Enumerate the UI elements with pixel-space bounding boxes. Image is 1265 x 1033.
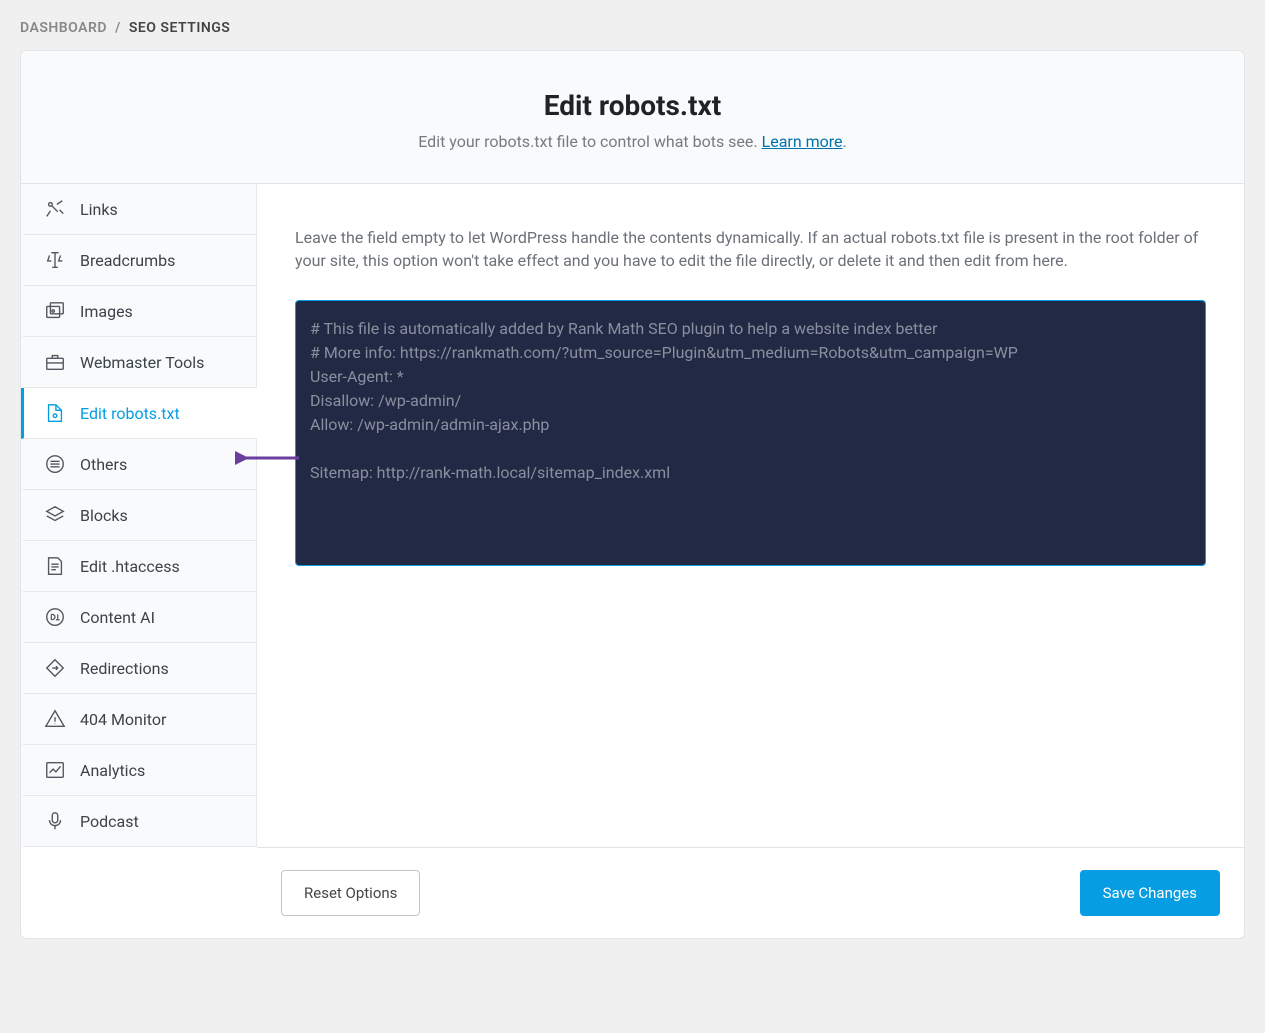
breadcrumbs-icon	[44, 249, 66, 271]
breadcrumb-root[interactable]: Dashboard	[20, 20, 107, 36]
save-changes-button[interactable]: Save Changes	[1080, 870, 1220, 916]
sidebar-item-404-monitor[interactable]: 404 Monitor	[21, 694, 257, 745]
panel-footer: Reset Options Save Changes	[257, 847, 1244, 938]
breadcrumb-current: SEO Settings	[129, 20, 231, 36]
ai-icon	[44, 606, 66, 628]
sidebar-item-label: Podcast	[80, 812, 139, 831]
sidebar-item-label: Images	[80, 302, 133, 321]
page-subtitle: Edit your robots.txt file to control wha…	[41, 132, 1224, 151]
sidebar-item-podcast[interactable]: Podcast	[21, 796, 257, 847]
chart-icon	[44, 759, 66, 781]
sidebar-item-edit-htaccess[interactable]: Edit .htaccess	[21, 541, 257, 592]
settings-sidebar: Links Breadcrumbs Images	[21, 184, 257, 847]
microphone-icon	[44, 810, 66, 832]
subtitle-text: Edit your robots.txt file to control wha…	[418, 132, 761, 151]
links-icon	[44, 198, 66, 220]
sidebar-item-breadcrumbs[interactable]: Breadcrumbs	[21, 235, 257, 286]
sidebar-item-label: Webmaster Tools	[80, 353, 204, 372]
sidebar-item-images[interactable]: Images	[21, 286, 257, 337]
sidebar-item-label: 404 Monitor	[80, 710, 166, 729]
robots-txt-textarea[interactable]	[295, 300, 1206, 566]
breadcrumb-separator: /	[115, 20, 121, 36]
sidebar-item-edit-robots[interactable]: Edit robots.txt	[21, 388, 257, 439]
sidebar-item-redirections[interactable]: Redirections	[21, 643, 257, 694]
learn-more-link[interactable]: Learn more	[762, 132, 843, 151]
layers-icon	[44, 504, 66, 526]
sidebar-item-analytics[interactable]: Analytics	[21, 745, 257, 796]
settings-panel: Edit robots.txt Edit your robots.txt fil…	[20, 50, 1245, 939]
field-description: Leave the field empty to let WordPress h…	[295, 226, 1206, 272]
toolbox-icon	[44, 351, 66, 373]
file-robots-icon	[44, 402, 66, 424]
sidebar-item-label: Edit robots.txt	[80, 404, 180, 423]
sidebar-item-links[interactable]: Links	[21, 184, 257, 235]
sidebar-item-label: Blocks	[80, 506, 128, 525]
sidebar-item-blocks[interactable]: Blocks	[21, 490, 257, 541]
file-text-icon	[44, 555, 66, 577]
sidebar-item-label: Content AI	[80, 608, 155, 627]
sidebar-item-label: Analytics	[80, 761, 145, 780]
warning-icon	[44, 708, 66, 730]
images-icon	[44, 300, 66, 322]
sidebar-item-label: Breadcrumbs	[80, 251, 175, 270]
sidebar-item-label: Links	[80, 200, 118, 219]
breadcrumb: Dashboard / SEO Settings	[20, 20, 1245, 36]
panel-header: Edit robots.txt Edit your robots.txt fil…	[21, 51, 1244, 184]
content-area: Leave the field empty to let WordPress h…	[257, 184, 1244, 847]
sidebar-item-label: Others	[80, 455, 127, 474]
sidebar-item-webmaster-tools[interactable]: Webmaster Tools	[21, 337, 257, 388]
sidebar-item-label: Redirections	[80, 659, 169, 678]
redirect-icon	[44, 657, 66, 679]
page-title: Edit robots.txt	[41, 89, 1224, 122]
sidebar-item-others[interactable]: Others	[21, 439, 257, 490]
list-icon	[44, 453, 66, 475]
sidebar-item-label: Edit .htaccess	[80, 557, 180, 576]
sidebar-item-content-ai[interactable]: Content AI	[21, 592, 257, 643]
reset-options-button[interactable]: Reset Options	[281, 870, 420, 916]
